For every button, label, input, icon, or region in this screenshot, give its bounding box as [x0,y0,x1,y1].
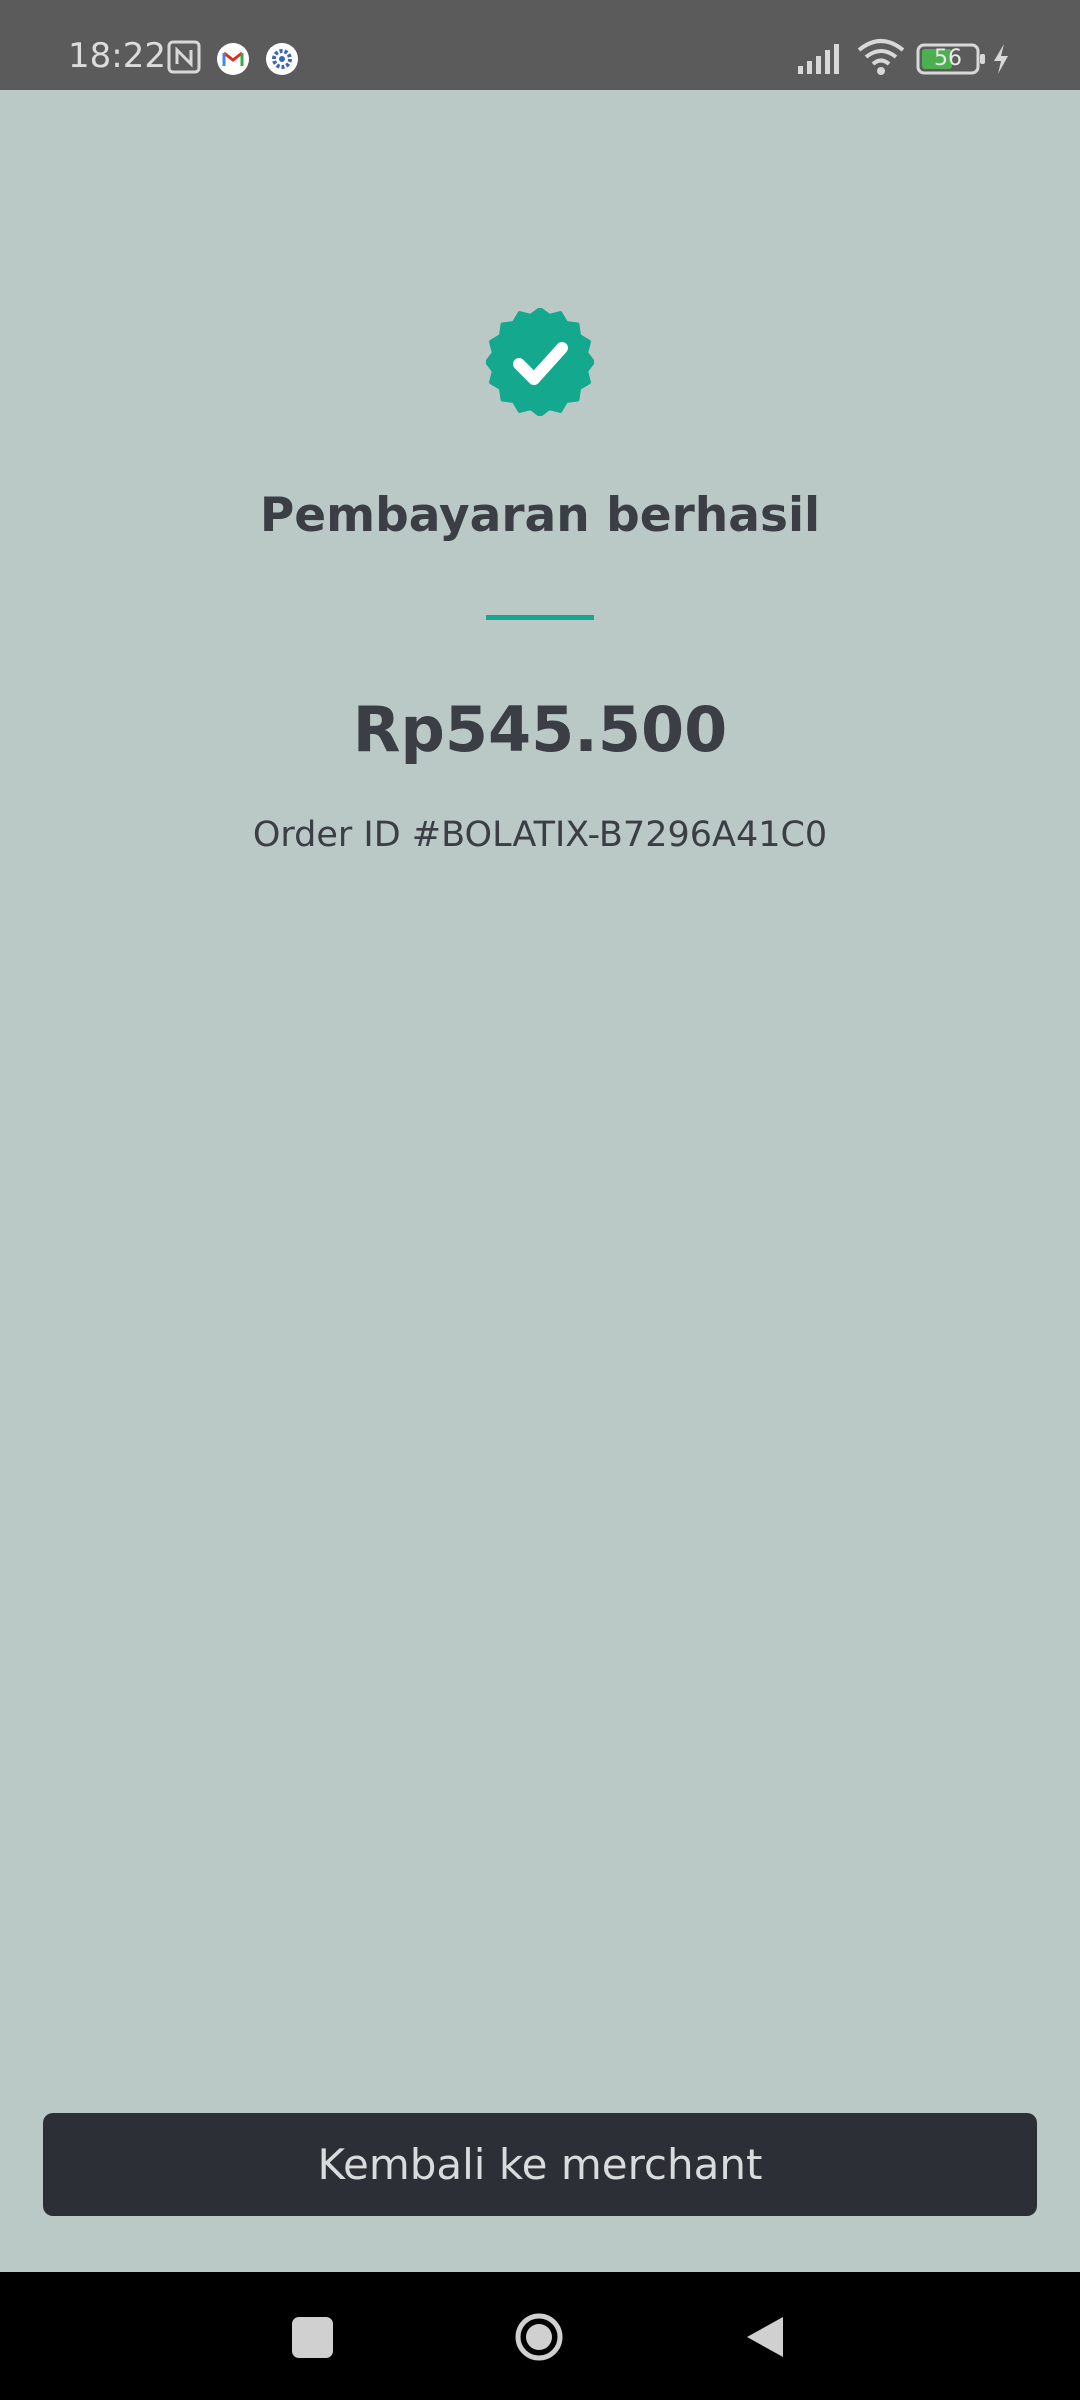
app-icon [266,43,298,75]
navigation-bar [0,2272,1080,2400]
wifi-icon [857,39,905,75]
status-time: 18:22 [68,36,166,76]
back-to-merchant-button[interactable]: Kembali ke merchant [43,2113,1037,2216]
battery-icon: 56 [916,42,988,76]
check-badge-icon [486,308,594,416]
signal-icon [798,44,839,74]
back-icon[interactable] [745,2315,785,2359]
charging-icon [994,44,1008,74]
divider [486,615,594,620]
status-bar: 18:22 56 [0,0,1080,90]
payment-status-title: Pembayaran berhasil [259,488,821,543]
payment-amount: Rp545.500 [352,693,728,766]
recents-icon[interactable] [292,2317,333,2358]
home-icon[interactable] [514,2312,564,2362]
battery-level: 56 [934,46,962,71]
gmail-icon [217,43,249,75]
nfc-icon [167,40,201,74]
order-id: Order ID #BOLATIX-B7296A41C0 [252,815,828,855]
